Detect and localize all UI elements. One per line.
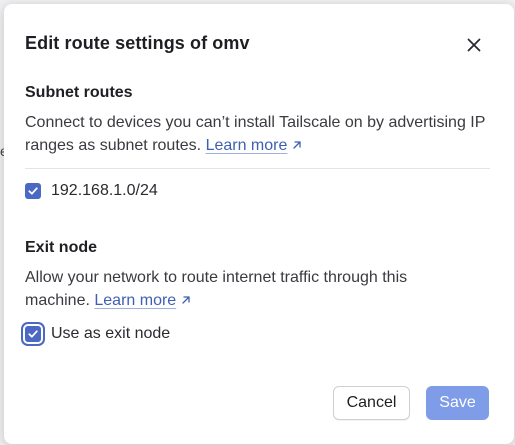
save-button[interactable]: Save [426, 386, 489, 420]
exit-node-learn-more-label: Learn more [94, 292, 177, 309]
edit-route-dialog: Edit route settings of omv Subnet routes… [4, 4, 514, 444]
exit-node-checkbox-row[interactable]: Use as exit node [25, 325, 170, 343]
subnet-route-checkbox-row[interactable]: 192.168.1.0/24 [25, 182, 158, 200]
subnet-route-label: 192.168.1.0/24 [51, 182, 158, 199]
external-arrow-icon [293, 141, 302, 149]
checkmark-icon [28, 330, 38, 338]
subnet-routes-description: Connect to devices you can’t install Tai… [25, 111, 495, 157]
exit-node-learn-more-link[interactable]: Learn more [94, 292, 192, 309]
exit-node-checkbox[interactable] [25, 326, 41, 342]
exit-node-description: Allow your network to route internet tra… [25, 266, 445, 312]
exit-node-heading: Exit node [25, 239, 98, 256]
external-arrow-icon [182, 296, 190, 304]
dialog-title: Edit route settings of omv [25, 33, 250, 53]
exit-node-description-text: Allow your network to route internet tra… [25, 269, 408, 309]
close-icon [467, 38, 481, 52]
subnet-learn-more-label: Learn more [205, 137, 288, 154]
checkmark-icon [28, 187, 38, 195]
exit-node-option-label: Use as exit node [51, 325, 171, 342]
subnet-routes-heading: Subnet routes [25, 84, 133, 101]
divider [25, 168, 490, 169]
subnet-route-checkbox[interactable] [25, 183, 41, 199]
cancel-button[interactable]: Cancel [333, 386, 410, 420]
subnet-learn-more-link[interactable]: Learn more [206, 137, 304, 154]
close-button[interactable] [464, 35, 484, 55]
